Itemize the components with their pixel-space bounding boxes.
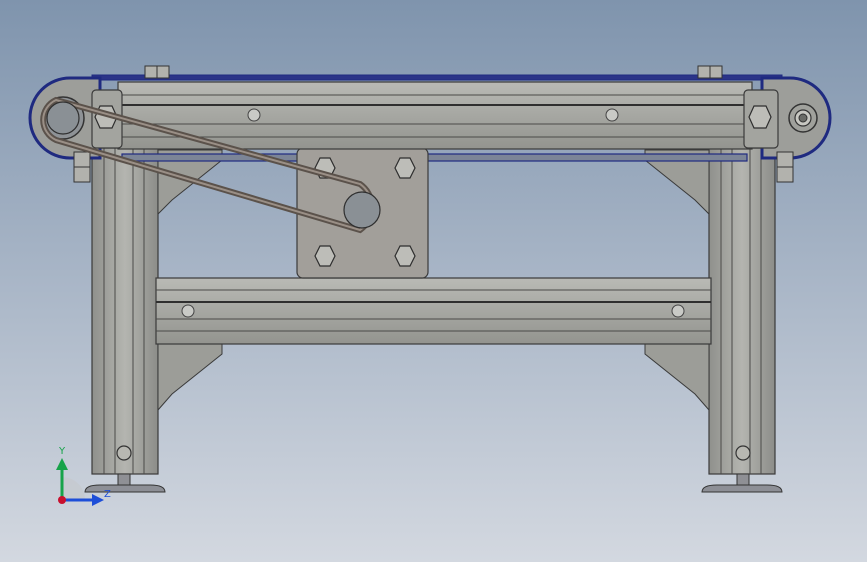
left-leg-bolt (116, 445, 132, 461)
right-foot[interactable] (701, 473, 783, 493)
drive-pulley-motor[interactable] (343, 191, 381, 229)
y-axis-arrow (56, 458, 68, 470)
conveyor-model[interactable]: Y Z (0, 0, 867, 562)
right-leg-bolt (735, 445, 751, 461)
left-foot[interactable] (84, 473, 166, 493)
z-axis-label: Z (104, 489, 111, 500)
beam-hole (671, 304, 685, 318)
x-axis-dot (58, 496, 66, 504)
z-axis-arrow (92, 494, 104, 506)
upper-frame-profile[interactable] (117, 81, 753, 150)
beam-hole (181, 304, 195, 318)
frame-hole (605, 108, 619, 122)
triad-plane (62, 477, 85, 500)
left-leg[interactable] (91, 147, 159, 475)
belt-lower-run (121, 153, 748, 162)
lower-cross-beam[interactable] (155, 277, 712, 345)
cad-viewport[interactable]: Y Z (0, 0, 867, 562)
right-end-plate[interactable] (743, 89, 779, 149)
right-leg[interactable] (708, 147, 776, 475)
y-axis-label: Y (58, 446, 66, 457)
frame-hole (247, 108, 261, 122)
drive-pulley-upper[interactable] (46, 101, 80, 135)
belt-top-run (91, 74, 783, 81)
